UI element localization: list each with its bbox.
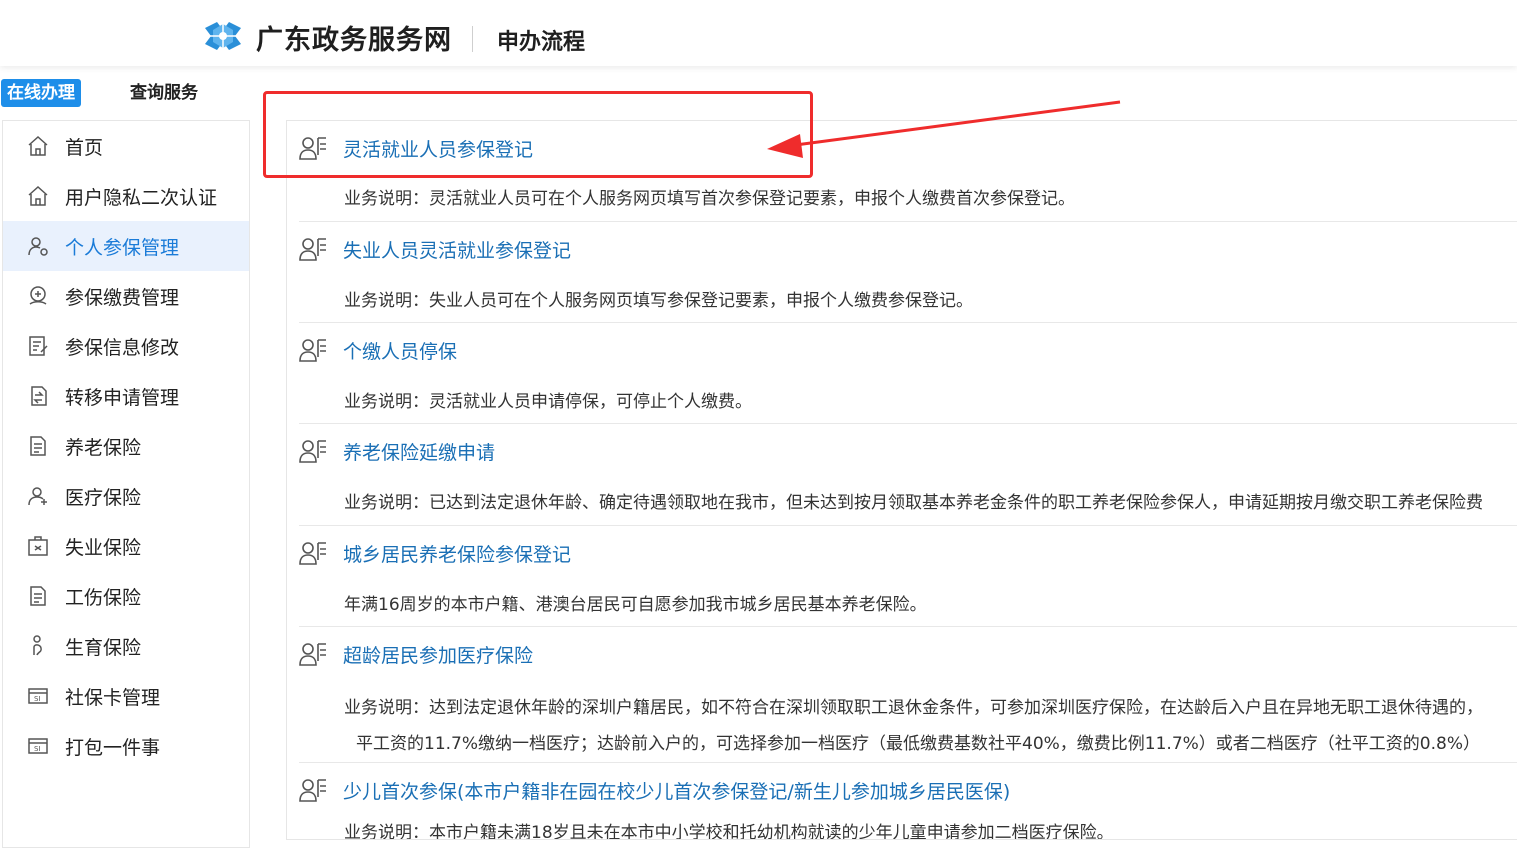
service-link[interactable]: 失业人员灵活就业参保登记 <box>343 236 571 263</box>
list-item: 失业人员灵活就业参保登记 业务说明：失业人员可在个人服务网页填写参保登记要素，申… <box>299 222 1517 323</box>
user-list-icon <box>299 779 326 802</box>
sidebar-item-label: 个人参保管理 <box>65 236 180 259</box>
sidebar-item-payment[interactable]: 参保缴费管理 <box>3 271 249 321</box>
payment-icon <box>25 283 51 309</box>
sidebar-item-label: 首页 <box>65 136 104 159</box>
edit-doc-icon <box>25 333 51 359</box>
list-item: 养老保险延缴申请 业务说明：已达到法定退休年龄、确定待遇领取地在我市，但未达到按… <box>299 424 1517 526</box>
sidebar-item-label: 转移申请管理 <box>65 386 180 409</box>
sidebar-item-label: 失业保险 <box>65 536 142 559</box>
user-gear-icon <box>25 233 51 259</box>
sidebar-item-transfer[interactable]: 转移申请管理 <box>3 371 249 421</box>
sidebar-item-si-card[interactable]: SI 社保卡管理 <box>3 671 249 721</box>
sidebar-item-label: 生育保险 <box>65 636 142 659</box>
user-list-icon <box>299 643 326 666</box>
site-header: 广东政务服务网 申办流程 <box>0 0 1517 66</box>
si-card-icon: SI <box>25 733 51 759</box>
tab-online[interactable]: 在线办理 <box>1 79 81 107</box>
site-logo-icon[interactable] <box>203 20 243 52</box>
transfer-icon <box>25 383 51 409</box>
user-list-icon <box>299 238 326 261</box>
service-list: 灵活就业人员参保登记 业务说明：灵活就业人员可在个人服务网页填写首次参保登记要素… <box>286 120 1517 840</box>
sidebar-item-label: 用户隐私二次认证 <box>65 186 218 209</box>
list-item: 少儿首次参保(本市户籍非在园在校少儿首次参保登记/新生儿参加城乡居民医保) 业务… <box>299 763 1517 840</box>
si-card-icon: SI <box>25 683 51 709</box>
annotation-highlight-box <box>263 91 813 178</box>
sidebar-item-home[interactable]: 首页 <box>3 121 249 171</box>
sidebar: 首页 用户隐私二次认证 个人参保管理 参保缴费管理 参保信息修改 转移申请管理 <box>2 120 250 848</box>
home-icon <box>25 183 51 209</box>
user-list-icon <box>299 440 326 463</box>
sidebar-item-label: 社保卡管理 <box>65 686 161 709</box>
user-med-icon <box>25 483 51 509</box>
page-title: 申办流程 <box>497 30 586 55</box>
svg-text:SI: SI <box>34 695 41 703</box>
doc-list-icon <box>25 583 51 609</box>
service-description: 年满16周岁的本市户籍、港澳台居民可自愿参加我市城乡居民基本养老保险。 <box>344 595 927 615</box>
sidebar-item-label: 养老保险 <box>65 436 142 459</box>
sidebar-item-medical[interactable]: 医疗保险 <box>3 471 249 521</box>
service-description: 业务说明：灵活就业人员可在个人服务网页填写首次参保登记要素，申报个人缴费首次参保… <box>344 189 1075 209</box>
user-list-icon <box>299 339 326 362</box>
sidebar-item-pension[interactable]: 养老保险 <box>3 421 249 471</box>
service-link[interactable]: 养老保险延缴申请 <box>343 438 495 465</box>
sidebar-item-info-edit[interactable]: 参保信息修改 <box>3 321 249 371</box>
sidebar-item-label: 医疗保险 <box>65 486 142 509</box>
sidebar-item-injury[interactable]: 工伤保险 <box>3 571 249 621</box>
list-item: 城乡居民养老保险参保登记 年满16周岁的本市户籍、港澳台居民可自愿参加我市城乡居… <box>299 526 1517 627</box>
tab-query[interactable]: 查询服务 <box>124 79 204 107</box>
sidebar-item-unemployment[interactable]: 失业保险 <box>3 521 249 571</box>
list-item: 超龄居民参加医疗保险 业务说明：达到法定退休年龄的深圳户籍居民，如不符合在深圳领… <box>299 627 1517 763</box>
sidebar-item-privacy-auth[interactable]: 用户隐私二次认证 <box>3 171 249 221</box>
service-link[interactable]: 个缴人员停保 <box>343 337 457 364</box>
site-name[interactable]: 广东政务服务网 <box>256 18 452 57</box>
user-list-icon <box>299 542 326 565</box>
maternity-icon <box>25 633 51 659</box>
header-divider <box>472 26 473 52</box>
service-description: 业务说明：已达到法定退休年龄、确定待遇领取地在我市，但未达到按月领取基本养老金条… <box>344 493 1483 513</box>
sidebar-item-bundle[interactable]: SI 打包一件事 <box>3 721 249 771</box>
service-link[interactable]: 超龄居民参加医疗保险 <box>343 641 533 668</box>
sidebar-item-label: 参保信息修改 <box>65 336 180 359</box>
home-icon <box>25 133 51 159</box>
briefcase-icon <box>25 533 51 559</box>
list-item: 个缴人员停保 业务说明：灵活就业人员申请停保，可停止个人缴费。 <box>299 323 1517 424</box>
sidebar-item-personal-insurance[interactable]: 个人参保管理 <box>3 221 249 271</box>
sidebar-item-label: 工伤保险 <box>65 586 142 609</box>
service-description: 业务说明：灵活就业人员申请停保，可停止个人缴费。 <box>344 392 752 412</box>
service-link[interactable]: 城乡居民养老保险参保登记 <box>343 540 571 567</box>
doc-list-icon <box>25 433 51 459</box>
svg-text:SI: SI <box>34 745 41 753</box>
service-description: 业务说明：达到法定退休年龄的深圳户籍居民，如不符合在深圳领取职工退休金条件，可参… <box>344 698 1483 718</box>
sidebar-item-maternity[interactable]: 生育保险 <box>3 621 249 671</box>
service-link[interactable]: 少儿首次参保(本市户籍非在园在校少儿首次参保登记/新生儿参加城乡居民医保) <box>343 777 1010 804</box>
sidebar-item-label: 打包一件事 <box>65 736 161 759</box>
service-description: 业务说明：失业人员可在个人服务网页填写参保登记要素，申报个人缴费参保登记。 <box>344 291 973 311</box>
service-description: 业务说明：本市户籍未满18岁且未在本市中小学校和托幼机构就读的少年儿童申请参加二… <box>344 823 1114 840</box>
service-description-continued: 平工资的11.7%缴纳一档医疗；达龄前入户的，可选择参加一档医疗（最低缴费基数社… <box>356 734 1480 754</box>
sidebar-item-label: 参保缴费管理 <box>65 286 180 309</box>
